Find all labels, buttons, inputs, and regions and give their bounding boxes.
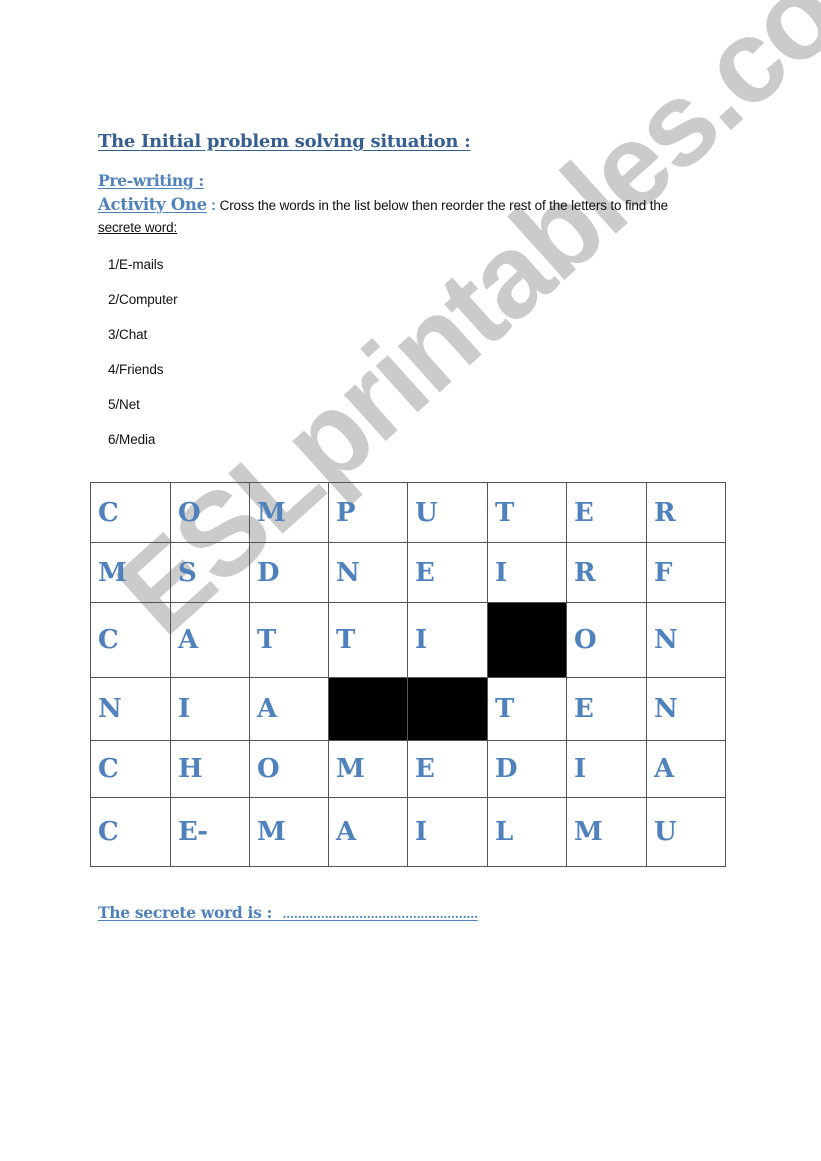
section-heading: Pre-writing : [98,171,204,190]
grid-cell[interactable]: N [328,542,408,603]
word-list-item: 5/Net [108,397,140,412]
grid-cell[interactable]: N [646,602,726,678]
grid-cell[interactable]: A [646,740,726,798]
grid-cell[interactable]: O [170,482,250,543]
grid-cell[interactable]: T [487,677,567,741]
grid-cell[interactable]: H [170,740,250,798]
grid-cell[interactable]: I [566,740,647,798]
grid-cell[interactable]: M [249,797,329,867]
grid-cell[interactable]: T [487,482,567,543]
grid-cell[interactable]: M [90,542,171,603]
letter-grid: C O M P U T E R M S D N E I R F C A T T I O N N I A T E N C H O M E D I A C E-… [90,482,726,867]
instruction-text-continued: secrete word: [98,220,178,235]
grid-cell[interactable]: P [328,482,408,543]
word-list: 1/E-mails 2/Computer 3/Chat 4/Friends 5/Net 6… [108,256,178,466]
grid-cell[interactable]: I [487,542,567,603]
grid-cell[interactable]: N [90,677,171,741]
activity-label: Activity One [98,195,207,214]
grid-cell[interactable]: R [566,542,647,603]
grid-cell[interactable]: N [646,677,726,741]
word-list-item: 1/E-mails [108,257,164,272]
activity-colon: : [206,197,216,214]
word-list-item: 4/Friends [108,362,164,377]
grid-row: C E- M A I L M U [90,797,726,867]
answer-blank[interactable]: …………………………………………… [282,907,478,921]
grid-cell[interactable]: M [566,797,647,867]
word-list-item: 6/Media [108,432,156,447]
word-list-item: 3/Chat [108,327,148,342]
blocked-cell [407,677,488,741]
grid-cell[interactable]: O [566,602,647,678]
grid-cell[interactable]: C [90,602,171,678]
grid-row: MSDNEIRF [90,542,726,603]
grid-cell[interactable]: A [328,797,408,867]
activity-instruction: Activity One : Cross the words in the li… [98,195,668,215]
grid-cell[interactable]: A [249,677,329,741]
grid-row: CHOMEDIA [90,740,726,798]
grid-cell[interactable]: E- [170,797,250,867]
grid-cell[interactable]: O [249,740,329,798]
instruction-text: Cross the words in the list below then r… [216,198,669,213]
grid-cell[interactable]: R [646,482,726,543]
grid-cell[interactable]: I [170,677,250,741]
word-list-item: 2/Computer [108,292,178,307]
grid-cell[interactable]: A [170,602,250,678]
grid-cell[interactable]: U [407,482,488,543]
grid-cell[interactable]: C [90,740,171,798]
grid-cell[interactable]: I [407,797,488,867]
grid-cell[interactable]: E [566,677,647,741]
grid-cell[interactable]: E [407,542,488,603]
grid-row: COMPUTER [90,482,726,543]
grid-cell[interactable]: S [170,542,250,603]
answer-label: The secrete word is : [98,903,273,922]
grid-cell[interactable]: T [249,602,329,678]
grid-cell[interactable]: E [407,740,488,798]
grid-cell[interactable]: F [646,542,726,603]
grid-cell[interactable]: T [328,602,408,678]
grid-cell[interactable]: I [407,602,488,678]
grid-cell[interactable]: C [90,482,171,543]
blocked-cell [328,677,408,741]
grid-cell[interactable]: D [487,740,567,798]
answer-line: The secrete word is : …………………………………………… [98,903,478,922]
grid-cell[interactable]: L [487,797,567,867]
grid-cell[interactable]: U [646,797,726,867]
grid-row: CATTION [90,602,726,678]
page-title: The Initial problem solving situation : [98,131,471,152]
grid-row: NIATEN [90,677,726,741]
grid-cell[interactable]: M [249,482,329,543]
grid-cell[interactable]: D [249,542,329,603]
grid-cell[interactable]: C [90,797,171,867]
grid-cell[interactable]: M [328,740,408,798]
grid-cell[interactable]: E [566,482,647,543]
blocked-cell [487,602,567,678]
